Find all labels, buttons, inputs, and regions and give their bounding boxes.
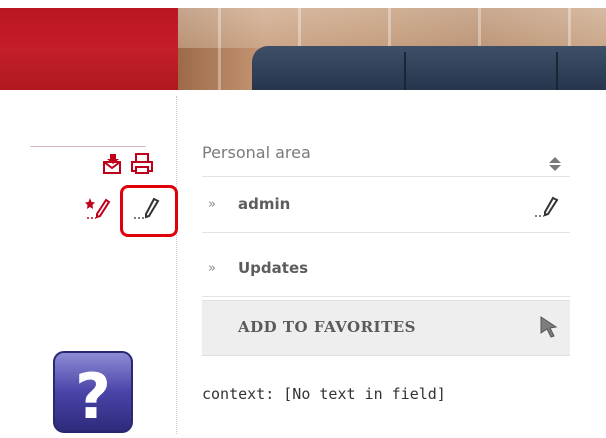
personal-area-select[interactable]: Personal area (202, 130, 570, 177)
column-divider (176, 96, 177, 434)
edit-icon[interactable] (534, 196, 560, 222)
svg-text:?: ? (75, 360, 111, 433)
personal-area-label: Personal area (202, 143, 311, 162)
context-text: context: [No text in field] (202, 385, 446, 403)
help-icon[interactable]: ? (52, 350, 134, 434)
cursor-icon (538, 315, 560, 343)
add-note-icon[interactable] (84, 196, 112, 220)
sidebar-divider (30, 146, 146, 147)
admin-link[interactable]: admin (238, 195, 290, 213)
list-item-updates[interactable]: » Updates (202, 244, 570, 297)
add-to-favorites-button[interactable]: ADD TO FAVORITES (202, 300, 570, 356)
chevron-right-icon: » (208, 197, 216, 212)
add-to-favorites-label: ADD TO FAVORITES (238, 318, 416, 336)
edit-highlight (120, 185, 178, 237)
updates-link[interactable]: Updates (238, 259, 308, 277)
list-item-admin[interactable]: » admin (202, 180, 570, 233)
header-photo (178, 8, 606, 90)
print-icon[interactable] (130, 153, 154, 175)
header-banner (0, 0, 178, 90)
mail-icon[interactable] (102, 153, 124, 175)
chevron-right-icon: » (208, 261, 216, 276)
